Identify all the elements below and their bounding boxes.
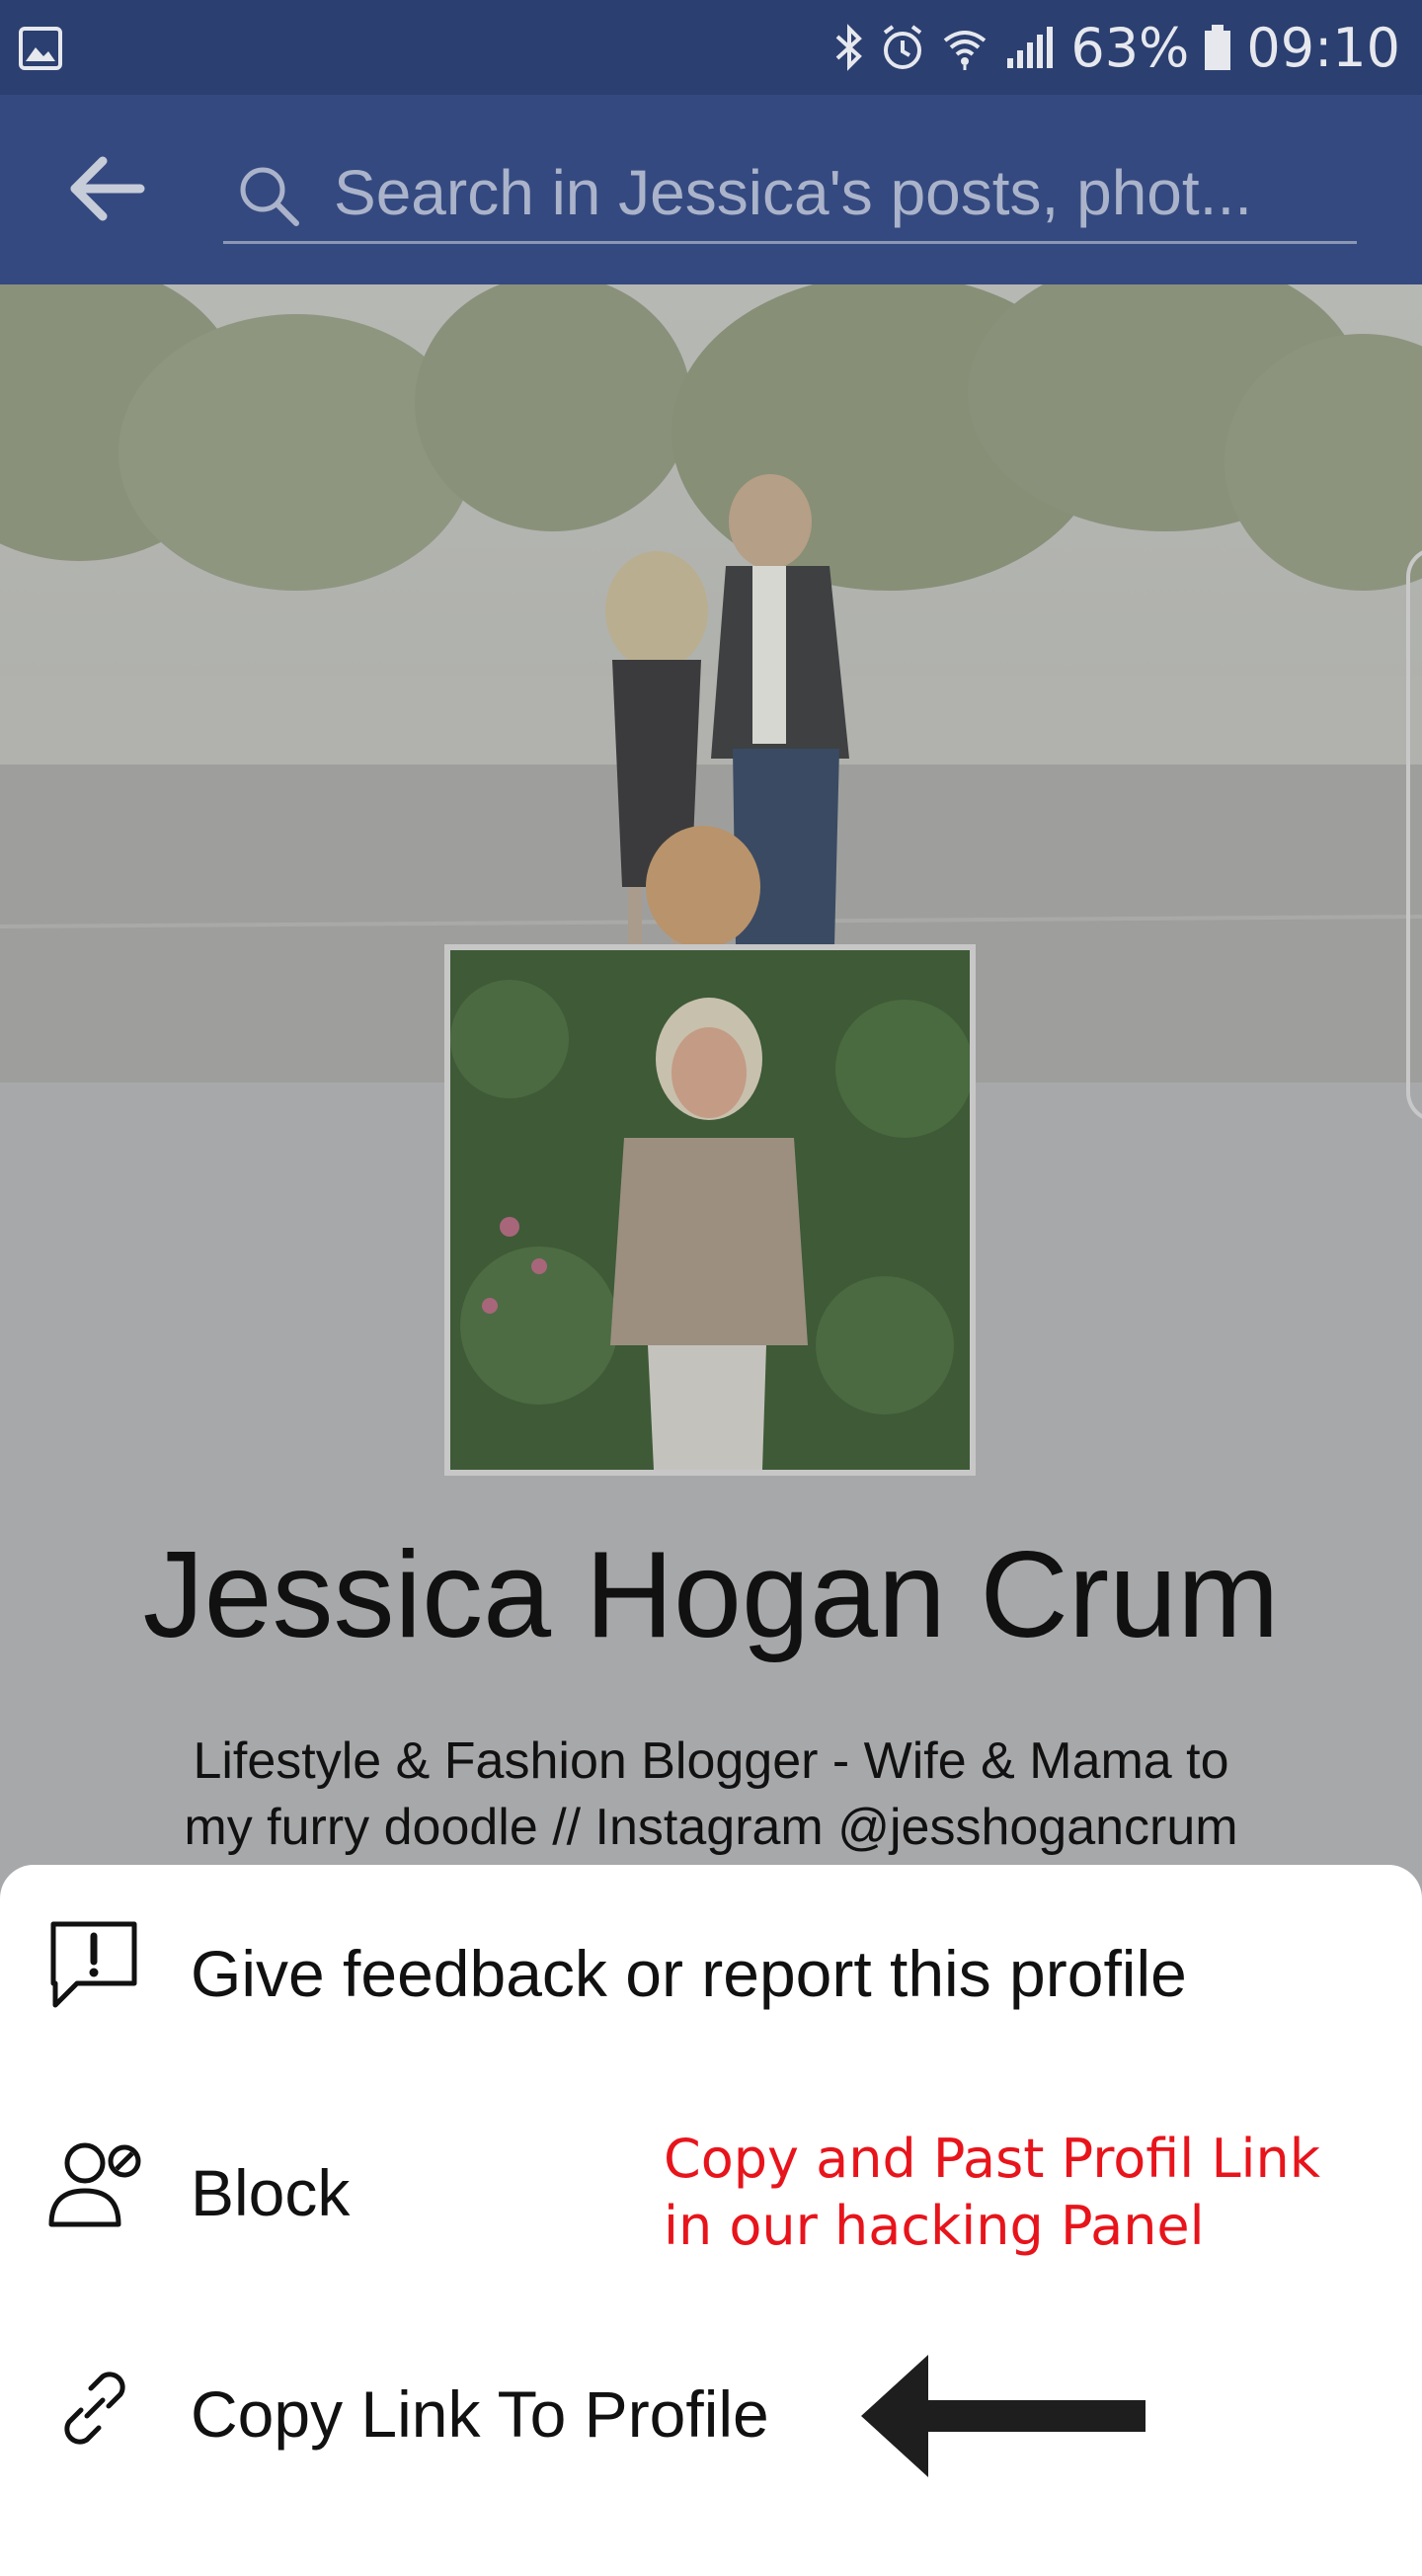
- left-arrow-icon: [861, 2355, 1146, 2477]
- menu-item-report[interactable]: Give feedback or report this profile: [0, 1877, 1422, 2074]
- battery-icon: [1205, 25, 1231, 70]
- status-bar: 63% 09:10: [0, 0, 1422, 95]
- menu-item-label: Block: [191, 2156, 351, 2229]
- clock: 09:10: [1246, 16, 1400, 79]
- signal-icon: [1007, 27, 1054, 68]
- wifi-icon: [944, 31, 987, 70]
- gallery-icon: [19, 27, 62, 70]
- hacking-panel-annotation: Copy and Past Profil Link in our hacking…: [664, 2126, 1355, 2260]
- side-panel-handle[interactable]: [1406, 547, 1422, 1122]
- profile-photo[interactable]: [444, 944, 976, 1476]
- bluetooth-icon: [835, 24, 863, 71]
- back-button[interactable]: [61, 144, 150, 233]
- block-user-icon: [48, 2142, 141, 2227]
- profile-name: Jessica Hogan Crum: [142, 1527, 1280, 1663]
- annotation-line-2: in our hacking Panel: [664, 2195, 1205, 2257]
- battery-percent: 63%: [1070, 16, 1190, 79]
- search-header: [0, 95, 1422, 284]
- profile-bio: Lifestyle & Fashion Blogger - Wife & Mam…: [99, 1729, 1323, 1861]
- profile-bio-line-2: my furry doodle // Instagram @jesshoganc…: [184, 1799, 1238, 1856]
- search-icon: [240, 167, 299, 226]
- menu-item-label: Copy Link To Profile: [191, 2377, 769, 2451]
- link-icon: [64, 2372, 125, 2445]
- alarm-icon: [884, 25, 922, 69]
- report-icon: [50, 1921, 137, 2008]
- menu-item-copy-link[interactable]: Copy Link To Profile: [0, 2319, 1422, 2517]
- profile-bio-line-1: Lifestyle & Fashion Blogger - Wife & Mam…: [193, 1732, 1229, 1790]
- annotation-line-1: Copy and Past Profil Link: [664, 2128, 1321, 2190]
- search-input[interactable]: [332, 154, 1343, 231]
- profile-photo-image: [450, 950, 970, 1470]
- search-field[interactable]: [223, 146, 1357, 244]
- menu-item-label: Give feedback or report this profile: [191, 1937, 1187, 2010]
- back-arrow-icon: [70, 156, 145, 221]
